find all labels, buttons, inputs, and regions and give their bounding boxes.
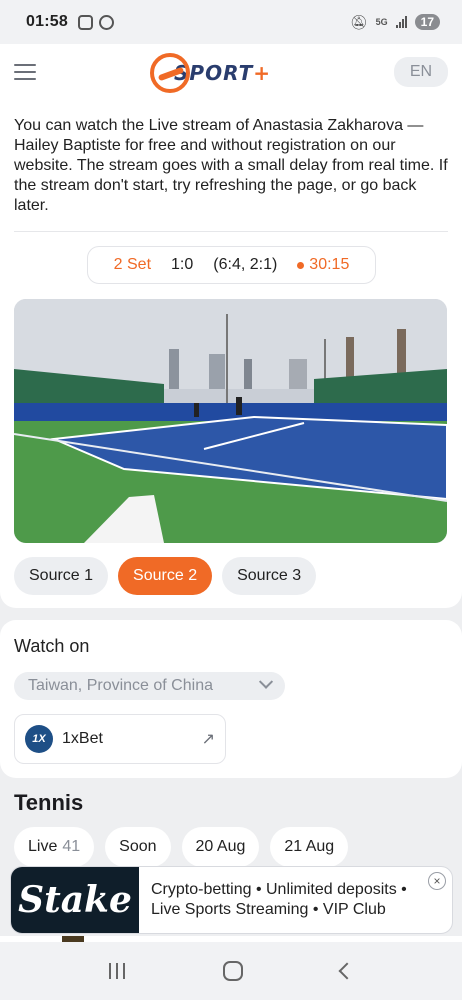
live-dot-icon: [297, 261, 305, 269]
stream-description: You can watch the Live stream of Anastas…: [14, 117, 448, 214]
set-label: 2 Set: [113, 256, 152, 273]
live-score: 2 Set 1:0 (6:4, 2:1) 30:15: [87, 246, 376, 284]
watch-on-card: Watch on Taiwan, Province of China 1X 1x…: [0, 620, 462, 778]
mute-icon: 🔕︎: [349, 13, 368, 30]
recents-icon[interactable]: [109, 963, 125, 979]
home-icon[interactable]: [223, 961, 243, 981]
source-selector: Source 1 Source 2 Source 3: [14, 557, 317, 595]
status-time: 01:58: [26, 13, 68, 30]
region-value: Taiwan, Province of China: [28, 677, 213, 694]
source-1-button[interactable]: Source 1: [14, 557, 109, 595]
ad-text: Crypto-betting • Unlimited deposits • Li…: [151, 881, 407, 918]
logo-ball-icon: [150, 53, 190, 93]
region-select[interactable]: Taiwan, Province of China: [14, 672, 285, 700]
source-3-button[interactable]: Source 3: [222, 557, 317, 595]
chip-20-aug[interactable]: 20 Aug: [181, 827, 260, 867]
score: 1:0: [171, 256, 194, 273]
match-stream-card: You can watch the Live stream of Anastas…: [0, 100, 462, 608]
bookmaker-name: 1xBet: [62, 730, 103, 747]
status-notification-icons: [77, 14, 114, 30]
status-indicators: 🔕︎ 5G 17: [350, 14, 440, 31]
bookmaker-link[interactable]: 1X 1xBet ↗: [14, 714, 226, 764]
chip-live[interactable]: Live 41: [14, 827, 95, 867]
signal-icon: [395, 16, 407, 28]
tennis-section-title: Tennis: [14, 790, 84, 815]
match-time: 30:15: [297, 256, 349, 274]
network-label: 5G: [375, 16, 388, 27]
menu-icon[interactable]: [14, 64, 36, 80]
language-button[interactable]: EN: [394, 57, 448, 87]
chip-soon[interactable]: Soon: [105, 827, 171, 867]
live-count: 41: [62, 838, 81, 855]
stream-frame: [14, 299, 447, 543]
back-icon[interactable]: [338, 962, 356, 980]
battery-indicator: 17: [414, 14, 440, 30]
watch-on-title: Watch on: [14, 636, 90, 656]
stake-logo: Stake: [11, 867, 139, 933]
sportplus-logo[interactable]: SPORT+: [150, 50, 320, 96]
sync-icon: [98, 14, 114, 30]
video-player[interactable]: [14, 299, 447, 543]
chip-21-aug[interactable]: 21 Aug: [270, 827, 349, 867]
stake-ad-banner[interactable]: Stake Crypto-betting • Unlimited deposit…: [10, 866, 453, 934]
system-nav-bar: [0, 942, 462, 1000]
external-link-icon: ↗: [201, 731, 215, 748]
status-bar: 01:58 🔕︎ 5G 17: [0, 0, 462, 44]
screenshot-icon: [77, 14, 93, 30]
source-2-button[interactable]: Source 2: [118, 557, 213, 595]
close-icon[interactable]: ×: [428, 872, 446, 890]
chevron-down-icon: [258, 674, 274, 689]
bookmaker-logo: 1X: [25, 725, 53, 753]
set-scores: (6:4, 2:1): [213, 256, 278, 273]
divider: [14, 231, 448, 232]
tennis-filter-chips: Live 41 Soon 20 Aug 21 Aug: [14, 827, 349, 867]
app-header: SPORT+ EN: [0, 44, 462, 100]
